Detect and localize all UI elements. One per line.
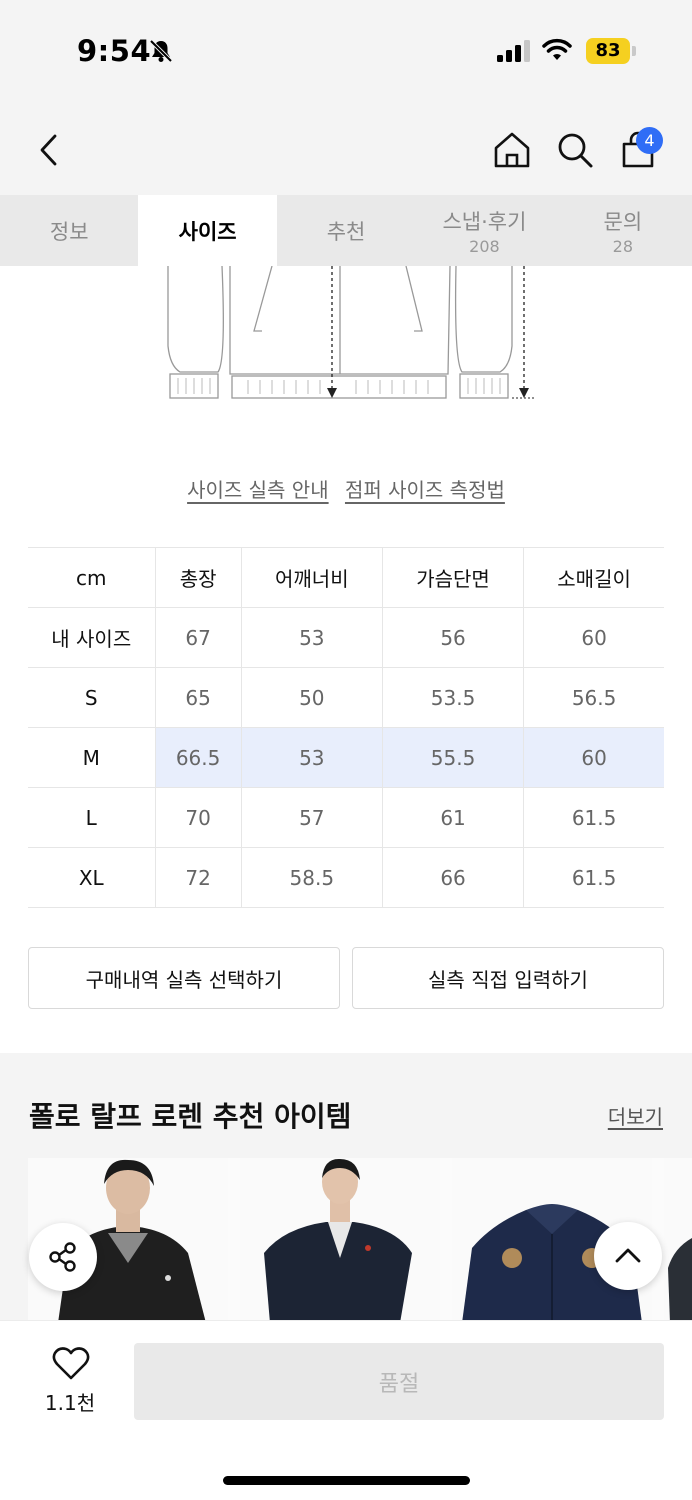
tab-label: 정보 [49, 219, 89, 244]
recommend-carousel [28, 1158, 692, 1323]
header-unit: cm [28, 547, 155, 608]
product-image[interactable] [664, 1158, 692, 1323]
share-button[interactable] [29, 1223, 97, 1291]
bell-slash-icon [149, 39, 173, 63]
table-row-l: L 70 57 61 61.5 [28, 787, 664, 848]
row-label: XL [28, 847, 155, 908]
top-nav [0, 100, 692, 195]
table-row-xl: XL 72 58.5 66 61.5 [28, 847, 664, 908]
size-guide-link[interactable]: 사이즈 실측 안내 [187, 478, 329, 502]
product-image[interactable] [240, 1158, 440, 1323]
back-button[interactable] [26, 126, 74, 174]
table-cell: 53 [240, 607, 383, 668]
table-cell: 70 [154, 787, 242, 848]
manual-measure-input-button[interactable]: 실측 직접 입력하기 [352, 947, 664, 1009]
status-bar: 9:54 83 [0, 0, 692, 100]
tab-label: 사이즈 [178, 219, 237, 244]
table-cell: 72 [154, 847, 242, 908]
header-sleeve-length: 소매길이 [523, 547, 664, 608]
table-row-my-size: 내 사이즈 67 53 56 60 [28, 607, 664, 668]
product-tabs: 정보 사이즈 추천 스냅·후기 208 문의 28 [0, 195, 692, 266]
row-label: 내 사이즈 [28, 607, 155, 668]
table-cell: 66.5 [154, 727, 242, 788]
tab-count: 28 [612, 236, 633, 256]
header-chest-width: 가슴단면 [381, 547, 524, 608]
table-cell: 55.5 [381, 727, 524, 788]
table-cell: 61 [381, 787, 524, 848]
chevron-up-icon [615, 1248, 641, 1263]
header-shoulder-width: 어깨너비 [240, 547, 383, 608]
row-label: M [28, 727, 155, 788]
header-total-length: 총장 [154, 547, 242, 608]
size-table-header: cm 총장 어깨너비 가슴단면 소매길이 [28, 547, 664, 608]
table-cell: 50 [240, 667, 383, 728]
tab-inquiry[interactable]: 문의 28 [554, 195, 692, 266]
table-cell: 61.5 [523, 787, 664, 848]
home-button[interactable] [488, 126, 536, 174]
bottom-action-bar: 1.1천 품절 [0, 1320, 692, 1500]
tab-recommend[interactable]: 추천 [277, 195, 415, 266]
like-count: 1.1천 [44, 1391, 96, 1415]
home-icon [494, 132, 530, 168]
home-indicator [223, 1476, 470, 1485]
tab-snap-review[interactable]: 스냅·후기 208 [415, 195, 553, 266]
purchase-history-measure-button[interactable]: 구매내역 실측 선택하기 [28, 947, 340, 1009]
table-cell: 60 [523, 727, 664, 788]
table-cell: 61.5 [523, 847, 664, 908]
table-cell: 56.5 [523, 667, 664, 728]
signal-icon [497, 40, 530, 62]
tab-info[interactable]: 정보 [0, 195, 138, 266]
sold-out-button[interactable]: 품절 [134, 1343, 664, 1420]
table-cell: 67 [154, 607, 242, 668]
tab-size[interactable]: 사이즈 [138, 195, 277, 266]
row-label: L [28, 787, 155, 848]
heart-icon [52, 1347, 90, 1380]
table-cell: 60 [523, 607, 664, 668]
tab-label: 스냅·후기 [442, 209, 527, 234]
search-icon [558, 133, 593, 168]
table-cell: 58.5 [240, 847, 383, 908]
table-row-m: M 66.5 53 55.5 60 [28, 727, 664, 788]
recommend-section: 폴로 랄프 로렌 추천 아이템 더보기 [0, 1053, 692, 1323]
chevron-left-icon [40, 134, 57, 166]
table-cell: 57 [240, 787, 383, 848]
battery-icon: 83 [586, 38, 636, 64]
tab-label: 문의 [603, 209, 643, 234]
tab-label: 추천 [326, 219, 366, 244]
size-guide-links: 사이즈 실측 안내 점퍼 사이즈 측정법 [0, 474, 692, 503]
table-cell: 53 [240, 727, 383, 788]
size-diagram [167, 266, 534, 399]
recommend-title: 폴로 랄프 로렌 추천 아이템 [29, 1100, 352, 1133]
table-cell: 65 [154, 667, 242, 728]
measure-guide-link[interactable]: 점퍼 사이즈 측정법 [345, 478, 505, 502]
like-button[interactable]: 1.1천 [30, 1343, 110, 1423]
row-label: S [28, 667, 155, 728]
see-more-link[interactable]: 더보기 [608, 1101, 663, 1130]
battery-level: 83 [586, 38, 630, 64]
share-icon [49, 1242, 76, 1272]
table-cell: 66 [381, 847, 524, 908]
cart-count-badge: 4 [636, 127, 663, 154]
table-cell: 53.5 [381, 667, 524, 728]
wifi-icon [542, 38, 572, 60]
scroll-top-button[interactable] [594, 1222, 662, 1290]
table-row-s: S 65 50 53.5 56.5 [28, 667, 664, 728]
search-button[interactable] [551, 126, 599, 174]
tab-count: 208 [469, 236, 500, 256]
size-table: cm 총장 어깨너비 가슴단면 소매길이 내 사이즈 67 53 56 60 S… [28, 547, 664, 908]
table-cell: 56 [381, 607, 524, 668]
status-time: 9:54 [77, 34, 152, 68]
